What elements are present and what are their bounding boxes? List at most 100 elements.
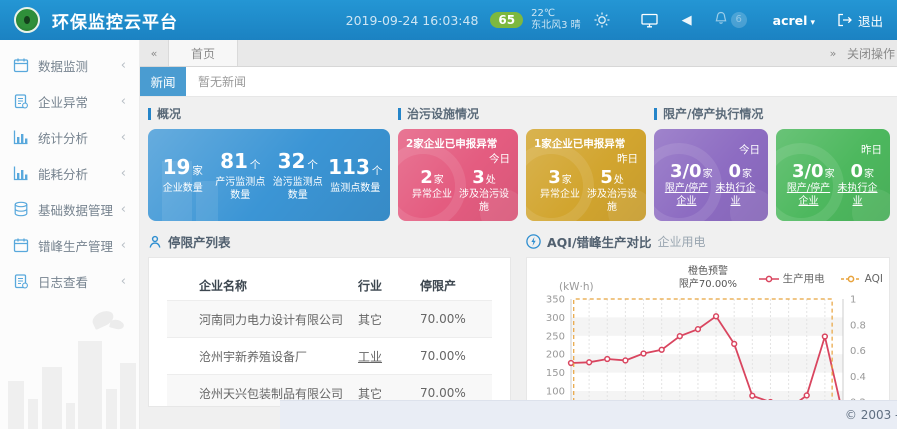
sidebar-item-label: 错峰生产管理 [38, 236, 113, 255]
tab-bar: « 首页 » 关闭操作 [140, 40, 897, 67]
user-menu[interactable]: acrel▾ [773, 13, 815, 28]
svg-text:250: 250 [546, 331, 565, 342]
copyright-text: © 2003 - 2019 v1.1.0 永久有效 [845, 408, 897, 422]
calendar-icon [13, 237, 29, 253]
bar-chart-icon [13, 129, 29, 145]
sidebar-item-label: 基础数据管理 [38, 200, 113, 219]
chevron-left-icon: ‹ [121, 130, 126, 145]
legend-item-aqi[interactable]: AQI [841, 271, 883, 286]
tabs-scroll-right-button[interactable]: » [819, 40, 847, 66]
overview-card: 19家 企业数量 81个 产污监测点数量 32个 治污监测点数量 113个 [148, 129, 390, 221]
stat-monitor-points: 113个 监测点数量 [327, 155, 385, 195]
sidebar-item-offpeak-production[interactable]: 错峰生产管理 ‹ [0, 228, 139, 262]
table-header-row: 企业名称 行业 停限产 [167, 270, 492, 300]
stat-pollution-source-points: 81个 产污监测点数量 [212, 149, 270, 202]
logout-icon [837, 13, 852, 27]
lightning-circle-icon [526, 234, 541, 249]
news-content: 暂无新闻 [186, 67, 246, 96]
sidebar-item-energy-analysis[interactable]: 能耗分析 ‹ [0, 156, 139, 190]
logout-button[interactable]: 退出 [837, 11, 883, 30]
section-title-production: 限产/停产执行情况 [654, 105, 890, 122]
chevron-left-icon: ‹ [121, 274, 126, 289]
svg-text:100: 100 [546, 387, 565, 398]
top-header: 环保监控云平台 2019-09-24 16:03:48 65 22℃ 东北风3 … [0, 0, 897, 40]
tabs-scroll-left-button[interactable]: « [140, 40, 168, 66]
database-icon [13, 201, 29, 217]
app-root: 环保监控云平台 2019-09-24 16:03:48 65 22℃ 东北风3 … [0, 0, 897, 429]
sidebar-item-label: 企业异常 [38, 92, 88, 111]
title-accent-bar [148, 108, 151, 120]
svg-text:350: 350 [546, 295, 565, 306]
sidebar: 数据监测 ‹ 企业异常 ‹ 统计分析 ‹ 能耗分析 ‹ 基础数据管理 ‹ 错峰生… [0, 40, 140, 429]
table-row[interactable]: 河南同力电力设计有限公司 其它 70.00% [167, 300, 492, 337]
sidebar-item-base-data[interactable]: 基础数据管理 ‹ [0, 192, 139, 226]
legend-marker [841, 275, 861, 283]
sun-icon [593, 11, 611, 29]
logout-label: 退出 [858, 11, 883, 30]
main-area: « 首页 » 关闭操作 新闻 暂无新闻 概况 [140, 40, 897, 429]
stat-enterprise-count: 19家 企业数量 [154, 155, 212, 195]
legend-item-power[interactable]: 生产用电 [759, 271, 825, 286]
wind-text: 东北风3 晴 [531, 20, 581, 31]
title-accent-bar [398, 108, 401, 120]
chart-subtitle: 企业用电 [658, 233, 706, 250]
production-card-yesterday: 昨日 3/0家 0家 限产/停产企业 未执行企业 [776, 129, 890, 221]
not-executed-enterprises-link[interactable]: 未执行企业 [833, 183, 882, 208]
sidebar-item-label: 数据监测 [38, 56, 88, 75]
svg-text:0.8: 0.8 [850, 320, 866, 331]
calendar-icon [13, 57, 29, 73]
stop-list-card: 企业名称 行业 停限产 河南同力电力设计有限公司 其它 70.00% 沧州宇新养… [148, 257, 511, 407]
svg-text:0.4: 0.4 [850, 372, 866, 383]
temperature-text: 22℃ [531, 8, 555, 19]
person-icon [148, 235, 162, 249]
not-executed-enterprises-link[interactable]: 未执行企业 [711, 183, 760, 208]
svg-text:150: 150 [546, 368, 565, 379]
sidebar-item-statistics[interactable]: 统计分析 ‹ [0, 120, 139, 154]
limit-stop-enterprises-link[interactable]: 限产/停产企业 [662, 183, 711, 208]
notification-count-badge: 6 [731, 12, 747, 28]
datetime-display: 2019-09-24 16:03:48 [346, 13, 479, 28]
epa-logo-icon [14, 7, 40, 33]
svg-text:0.6: 0.6 [850, 346, 866, 357]
production-card-today: 今日 3/0家 0家 限产/停产企业 未执行企业 [654, 129, 768, 221]
legend-marker [759, 275, 779, 283]
close-operations-menu[interactable]: 关闭操作 [847, 40, 897, 66]
svg-text:1: 1 [850, 295, 856, 306]
header-toolbar: 2019-09-24 16:03:48 65 22℃ 东北风3 晴 ◀ [346, 8, 883, 33]
chart-legend: 生产用电 AQI [743, 271, 883, 286]
dashboard-content: 概况 19家 企业数量 81个 产污监测点数量 [140, 97, 897, 407]
username-text: acrel [773, 13, 808, 28]
chevron-down-icon: ▾ [810, 18, 815, 28]
butterfly-watermark [90, 308, 116, 330]
svg-text:200: 200 [546, 350, 565, 361]
section-title-facilities: 治污设施情况 [398, 105, 646, 122]
chart-header: (kW·h) 橙色预警 限产70.00% 生产用电 [537, 263, 879, 293]
limit-stop-enterprises-link[interactable]: 限产/停产企业 [784, 183, 833, 208]
app-title: 环保监控云平台 [52, 8, 178, 33]
title-accent-bar [654, 108, 657, 120]
chevron-left-icon: ‹ [121, 94, 126, 109]
sidebar-item-data-monitoring[interactable]: 数据监测 ‹ [0, 48, 139, 82]
table-row[interactable]: 沧州宇新养殖设备厂 工业 70.00% [167, 337, 492, 374]
svg-text:300: 300 [546, 313, 565, 324]
section-title-overview: 概况 [148, 105, 390, 122]
sidebar-item-log-view[interactable]: 日志查看 ‹ [0, 264, 139, 298]
notifications[interactable]: 6 [714, 11, 747, 30]
aqi-chart-card: (kW·h) 橙色预警 限产70.00% 生产用电 [526, 257, 890, 407]
stat-treatment-points: 32个 治污监测点数量 [269, 149, 327, 202]
sidebar-item-label: 能耗分析 [38, 164, 88, 183]
facility-card-yesterday: 1家企业已申报异常 昨日 3家 5处 异常企业 涉及治污设施 [526, 129, 646, 221]
aqi-badge: 65 [490, 12, 523, 28]
news-bar: 新闻 暂无新闻 [140, 67, 897, 97]
speaker-icon[interactable]: ◀ [682, 13, 692, 28]
tab-home[interactable]: 首页 [168, 40, 238, 66]
sidebar-item-label: 日志查看 [38, 272, 88, 291]
monitor-icon[interactable] [641, 13, 658, 28]
clipboard-icon [13, 93, 29, 109]
footer: © 2003 - 2019 v1.1.0 永久有效 [280, 400, 897, 429]
chevron-left-icon: ‹ [121, 58, 126, 73]
industry-link[interactable]: 工业 [358, 348, 420, 365]
bell-icon [714, 11, 728, 30]
weather-display: 22℃ 东北风3 晴 [531, 8, 581, 33]
sidebar-item-enterprise-abnormal[interactable]: 企业异常 ‹ [0, 84, 139, 118]
